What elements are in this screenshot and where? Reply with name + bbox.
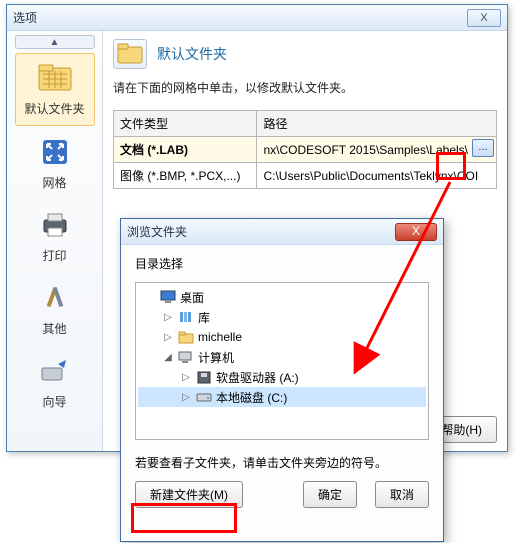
tree-item-user[interactable]: ▷ michelle bbox=[138, 327, 426, 347]
tree-item-libraries[interactable]: ▷ 库 bbox=[138, 307, 426, 327]
library-icon bbox=[178, 309, 194, 325]
folder-grid-icon bbox=[35, 60, 75, 96]
sidebar-item-label: 其他 bbox=[15, 320, 95, 337]
options-titlebar[interactable]: 选项 X bbox=[7, 5, 507, 31]
tree-item-floppy[interactable]: ▷ 软盘驱动器 (A:) bbox=[138, 367, 426, 387]
tree-item-label: 软盘驱动器 (A:) bbox=[216, 369, 299, 386]
tree-item-computer[interactable]: ◢ 计算机 bbox=[138, 347, 426, 367]
options-close-button[interactable]: X bbox=[467, 9, 501, 27]
browse-titlebar[interactable]: 浏览文件夹 X bbox=[121, 219, 443, 245]
table-row[interactable]: 文档 (*.LAB) nx\CODESOFT 2015\Samples\Labe… bbox=[114, 137, 497, 163]
options-sidebar: ▲ 默认文件夹 网格 打印 bbox=[7, 31, 103, 451]
tree-item-label: michelle bbox=[198, 330, 242, 344]
folder-icon bbox=[178, 329, 194, 345]
sidebar-item-label: 默认文件夹 bbox=[16, 100, 94, 117]
browse-title: 浏览文件夹 bbox=[127, 223, 187, 240]
col-path: 路径 bbox=[257, 111, 497, 137]
sidebar-item-label: 网格 bbox=[15, 174, 95, 191]
cell-type: 文档 (*.LAB) bbox=[114, 137, 257, 163]
tree-item-desktop[interactable]: 桌面 bbox=[138, 287, 426, 307]
col-type: 文件类型 bbox=[114, 111, 257, 137]
browse-dialog: 浏览文件夹 X 目录选择 桌面 ▷ 库 ▷ michelle ◢ bbox=[120, 218, 444, 542]
sidebar-item-label: 打印 bbox=[15, 247, 95, 264]
desktop-icon bbox=[160, 289, 176, 305]
cell-path: C:\Users\Public\Documents\Teklynx\COI bbox=[257, 163, 497, 189]
sidebar-scroll-up[interactable]: ▲ bbox=[15, 35, 95, 49]
sidebar-item-default-folders[interactable]: 默认文件夹 bbox=[15, 53, 95, 126]
browse-button[interactable]: ... bbox=[472, 139, 494, 157]
sidebar-item-other[interactable]: 其他 bbox=[15, 274, 95, 345]
drive-icon bbox=[196, 389, 212, 405]
browse-hint: 若要查看子文件夹，请单击文件夹旁边的符号。 bbox=[135, 454, 429, 471]
tree-item-label: 库 bbox=[198, 309, 210, 326]
browse-close-button[interactable]: X bbox=[395, 223, 437, 241]
filetype-table: 文件类型 路径 文档 (*.LAB) nx\CODESOFT 2015\Samp… bbox=[113, 110, 497, 189]
page-header: 默认文件夹 bbox=[157, 44, 227, 64]
table-row[interactable]: 图像 (*.BMP, *.PCX,...) C:\Users\Public\Do… bbox=[114, 163, 497, 189]
tree-item-label: 本地磁盘 (C:) bbox=[216, 389, 287, 406]
sidebar-item-wizard[interactable]: 向导 bbox=[15, 347, 95, 418]
new-folder-button[interactable]: 新建文件夹(M) bbox=[135, 481, 243, 508]
header-folder-icon bbox=[113, 39, 147, 69]
sidebar-item-print[interactable]: 打印 bbox=[15, 201, 95, 272]
page-instruction: 请在下面的网格中单击，以修改默认文件夹。 bbox=[113, 79, 497, 96]
tree-item-label: 桌面 bbox=[180, 289, 204, 306]
cancel-button[interactable]: 取消 bbox=[375, 481, 429, 508]
wizard-icon bbox=[35, 353, 75, 389]
expand-icon bbox=[35, 134, 75, 170]
ok-button[interactable]: 确定 bbox=[303, 481, 357, 508]
computer-icon bbox=[178, 349, 194, 365]
sidebar-item-label: 向导 bbox=[15, 393, 95, 410]
tree-item-label: 计算机 bbox=[198, 349, 234, 366]
tree-item-drive-c[interactable]: ▷ 本地磁盘 (C:) bbox=[138, 387, 426, 407]
folder-tree[interactable]: 桌面 ▷ 库 ▷ michelle ◢ 计算机 ▷ 软盘驱动器 (A:) bbox=[135, 282, 429, 440]
cell-type: 图像 (*.BMP, *.PCX,...) bbox=[114, 163, 257, 189]
floppy-icon bbox=[196, 369, 212, 385]
browse-subtitle: 目录选择 bbox=[135, 255, 429, 272]
cell-path-text: nx\CODESOFT 2015\Samples\Labels\ bbox=[263, 143, 468, 157]
tools-icon bbox=[35, 280, 75, 316]
cell-path: nx\CODESOFT 2015\Samples\Labels\ ... bbox=[257, 137, 497, 163]
printer-icon bbox=[35, 207, 75, 243]
sidebar-item-grid[interactable]: 网格 bbox=[15, 128, 95, 199]
options-title: 选项 bbox=[13, 9, 37, 26]
